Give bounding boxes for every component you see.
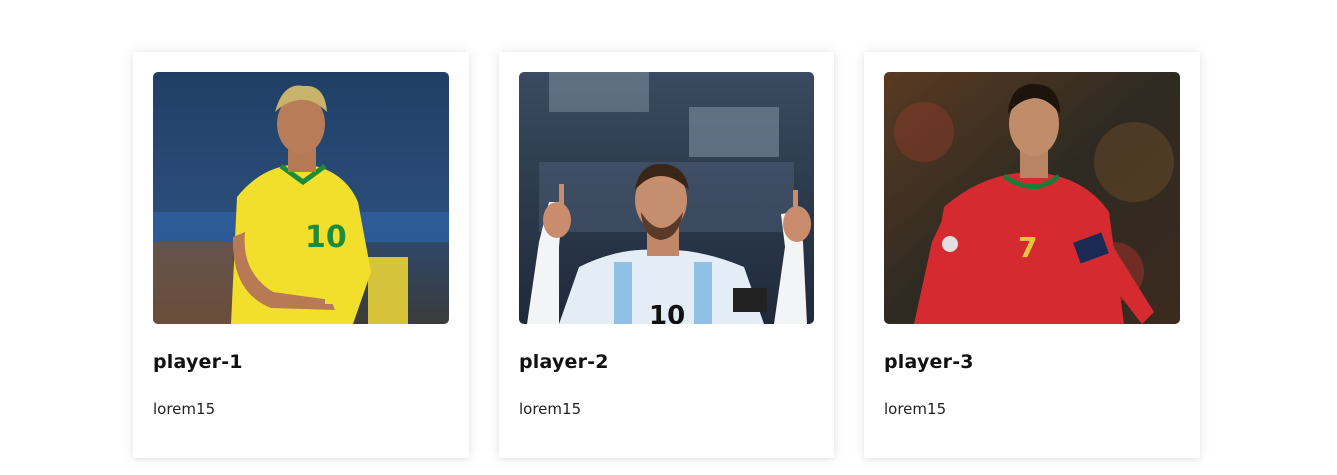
- player-name: player-1: [153, 351, 243, 373]
- player-card[interactable]: 10 player-2 lorem15: [499, 52, 834, 458]
- player-photo: 7: [884, 72, 1180, 324]
- player-photo: 10: [519, 72, 814, 324]
- player-card-grid: 10 player-1 lorem15 10 player-2 lorem15 …: [0, 0, 1337, 475]
- player-description: lorem15: [884, 400, 947, 418]
- player-photo-image: 7: [884, 72, 1180, 324]
- player-photo-image: 10: [519, 72, 814, 324]
- player-card[interactable]: 10 player-1 lorem15: [133, 52, 469, 458]
- player-description: lorem15: [519, 400, 582, 418]
- player-name: player-2: [519, 351, 609, 373]
- player-photo-image: 10: [153, 72, 449, 324]
- jersey-number: 7: [1018, 231, 1037, 264]
- jersey-number: 10: [305, 220, 347, 255]
- player-photo: 10: [153, 72, 449, 324]
- player-name: player-3: [884, 351, 974, 373]
- player-description: lorem15: [153, 400, 216, 418]
- player-card[interactable]: 7 player-3 lorem15: [864, 52, 1200, 458]
- jersey-number: 10: [649, 301, 685, 324]
